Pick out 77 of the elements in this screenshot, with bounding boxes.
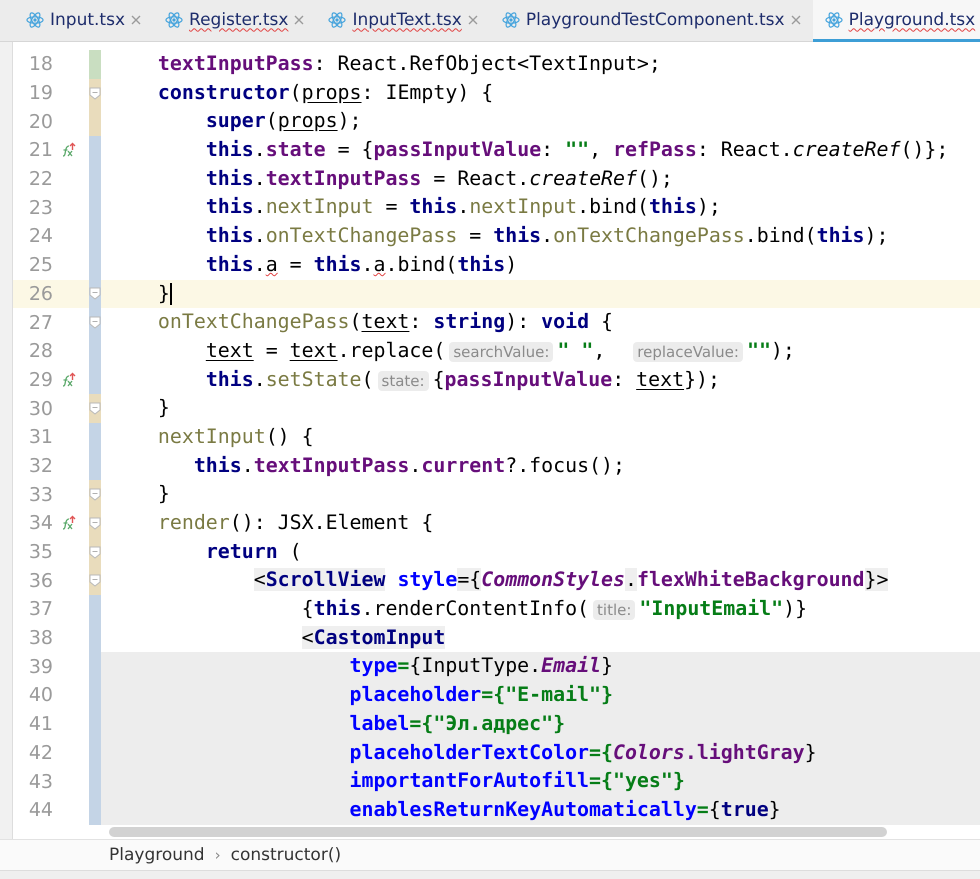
line-number: 24 — [28, 225, 53, 248]
code-line: } — [156, 280, 173, 308]
breadcrumb[interactable]: constructor() — [230, 845, 342, 865]
breadcrumb-separator: › — [214, 846, 221, 864]
breadcrumb[interactable]: Playground — [109, 845, 205, 865]
code-line: this.state = {passInputValue: "", refPass: React.createRef()}; — [204, 137, 950, 164]
code-line: return ( — [204, 538, 303, 565]
line-number: 23 — [28, 196, 53, 219]
code-line: this.textInputPass.current?.focus(); — [192, 452, 626, 479]
code-line: textInputPass: React.RefObject<TextInput>; — [156, 51, 662, 77]
override-marker-icon[interactable] — [60, 515, 76, 532]
line-number: 41 — [28, 713, 53, 736]
line-number: 20 — [28, 110, 53, 133]
line-number: 30 — [28, 398, 53, 420]
line-number: 32 — [28, 454, 53, 477]
file-tab[interactable]: PlaygroundTestComponent.tsx — [490, 0, 813, 42]
fold-marker-icon[interactable] — [89, 86, 101, 100]
line-number: 44 — [28, 799, 53, 822]
fold-marker-icon[interactable] — [89, 488, 101, 502]
line-number: 31 — [28, 426, 53, 448]
line-number: 39 — [28, 656, 53, 678]
code-line: text = text.replace( searchValue: " ", replaceValue: ""); — [204, 338, 796, 364]
close-icon[interactable] — [468, 14, 478, 24]
fold-marker-icon[interactable] — [89, 402, 101, 416]
close-icon[interactable] — [131, 14, 142, 24]
close-icon[interactable] — [294, 14, 304, 24]
line-number: 21 — [28, 139, 53, 162]
line-number: 27 — [28, 312, 53, 334]
fold-marker-icon[interactable] — [89, 516, 101, 530]
code-line: onTextChangePass(text: string): void { — [156, 309, 614, 336]
line-number: 19 — [28, 82, 53, 104]
fold-marker-icon[interactable] — [89, 546, 101, 559]
code-line: nextInput() { — [156, 424, 315, 450]
code-line: this.nextInput = this.nextInput.bind(this); — [204, 194, 722, 220]
line-number: 33 — [28, 484, 53, 506]
line-number: 29 — [28, 368, 53, 391]
override-marker-icon[interactable] — [60, 142, 76, 158]
code-line: this.a = this.a.bind(this) — [204, 252, 518, 278]
line-number: 22 — [28, 168, 53, 190]
code-line: this.setState( state: {passInputValue: text}); — [204, 366, 721, 393]
override-marker-icon[interactable] — [60, 372, 76, 388]
line-number: 35 — [28, 541, 53, 564]
horizontal-scrollbar[interactable] — [109, 826, 887, 837]
file-tab[interactable]: InputText.tsx — [316, 0, 490, 42]
line-number: 38 — [28, 627, 53, 650]
fold-marker-icon[interactable] — [89, 287, 101, 300]
line-number: 36 — [28, 570, 53, 592]
close-icon[interactable] — [790, 14, 801, 24]
line-number: 42 — [28, 742, 53, 764]
line-number: 25 — [28, 254, 53, 276]
line-number: 34 — [28, 512, 53, 534]
code-line: this.onTextChangePass = this.onTextChangePass.bind(this); — [204, 223, 890, 250]
code-line: {this.renderContentInfo( title: "InputEmail")} — [300, 596, 808, 622]
atom-icon — [328, 10, 346, 28]
code-line: this.textInputPass = React.createRef(); — [204, 166, 674, 192]
code-line: constructor(props: IEmpty) { — [156, 80, 494, 106]
code-line: <CastomInput — [300, 624, 446, 651]
code-line: super(props); — [204, 108, 363, 134]
atom-icon — [165, 10, 184, 28]
atom-icon — [26, 10, 44, 28]
code-line: } — [156, 395, 171, 422]
atom-icon — [502, 10, 520, 28]
file-tab[interactable]: Input.tsx — [14, 0, 154, 42]
atom-icon — [824, 10, 843, 28]
line-number: 37 — [28, 598, 53, 620]
code-line: <ScrollView style={CommonStyles.flexWhiteBackground}> — [252, 567, 890, 594]
code-line: } — [156, 481, 171, 508]
line-number: 18 — [28, 53, 53, 76]
line-number: 40 — [28, 684, 53, 706]
fold-marker-icon[interactable] — [89, 316, 101, 330]
code-line: render(): JSX.Element { — [156, 510, 434, 536]
fold-marker-icon[interactable] — [89, 574, 101, 588]
file-tab[interactable]: Register.tsx — [153, 0, 316, 42]
line-number: 43 — [28, 770, 53, 793]
line-number: 28 — [28, 340, 53, 362]
file-tab[interactable]: Playground.tsx — [812, 0, 980, 42]
line-number: 26 — [28, 282, 53, 305]
